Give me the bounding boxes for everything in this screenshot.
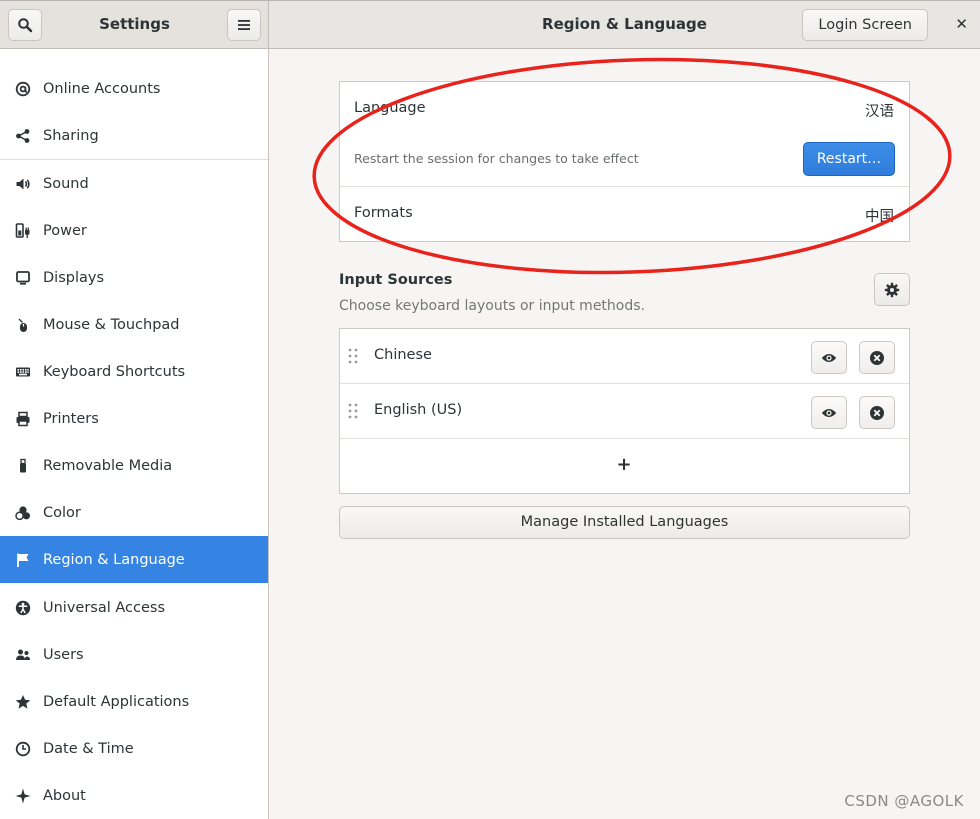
sparkle-icon — [14, 787, 32, 805]
sidebar-item-label: Keyboard Shortcuts — [43, 363, 186, 380]
eye-icon — [821, 408, 837, 417]
header-bar: Settings Region & Language Login Screen … — [0, 0, 980, 49]
sidebar-item-label: Region & Language — [43, 551, 185, 568]
at-icon — [14, 80, 32, 98]
power-plug-icon — [14, 222, 32, 240]
close-icon: ✕ — [955, 15, 968, 33]
sidebar-item-default-applications[interactable]: Default Applications — [0, 678, 268, 725]
sidebar-item-power[interactable]: Power — [0, 207, 268, 254]
restart-hint: Restart the session for changes to take … — [354, 151, 639, 166]
sidebar-item-label: Users — [43, 646, 84, 663]
sidebar-item-users[interactable]: Users — [0, 631, 268, 678]
list-item-english-us[interactable]: English (US) — [340, 384, 908, 439]
remove-source-button[interactable] — [859, 341, 895, 374]
printer-icon — [14, 410, 32, 428]
clock-icon — [14, 740, 32, 758]
drag-handle-icon[interactable] — [348, 403, 358, 419]
sidebar-item-label: Color — [43, 504, 81, 521]
sidebar-item-online-accounts[interactable]: Online Accounts — [0, 65, 268, 112]
sidebar-item-keyboard-shortcuts[interactable]: Keyboard Shortcuts — [0, 348, 268, 395]
manage-installed-languages-button[interactable]: Manage Installed Languages — [339, 506, 910, 539]
login-screen-button[interactable]: Login Screen — [802, 9, 928, 41]
sidebar-item-displays[interactable]: Displays — [0, 254, 268, 301]
row-separator — [340, 186, 909, 187]
sidebar-item-label: Sharing — [43, 127, 99, 144]
drag-handle-icon[interactable] — [348, 348, 358, 364]
add-icon: + — [616, 454, 632, 475]
add-input-source-row[interactable]: + — [340, 439, 908, 494]
sidebar-item-label: Mouse & Touchpad — [43, 316, 180, 333]
input-sources-title: Input Sources — [339, 272, 453, 288]
sidebar-item-label: Sound — [43, 175, 89, 192]
sidebar-item-label: Date & Time — [43, 740, 134, 757]
sidebar-item-label: Removable Media — [43, 457, 173, 474]
mouse-icon — [14, 316, 32, 334]
flag-icon — [14, 551, 32, 569]
sidebar-item-printers[interactable]: Printers — [0, 395, 268, 442]
sidebar-item-label: Power — [43, 222, 87, 239]
remove-icon — [870, 405, 884, 420]
gear-icon — [884, 282, 900, 297]
sidebar-item-universal-access[interactable]: Universal Access — [0, 584, 268, 631]
sidebar-item-label: Displays — [43, 269, 105, 286]
preview-layout-button[interactable] — [811, 396, 847, 429]
watermark: CSDN @AGOLK — [844, 792, 964, 810]
sidebar-item-region-language[interactable]: Region & Language — [0, 536, 268, 583]
color-icon — [14, 504, 32, 522]
list-item-chinese[interactable]: Chinese — [340, 329, 908, 384]
sidebar-header: Settings — [0, 1, 269, 49]
eye-icon — [821, 353, 837, 362]
users-icon — [14, 646, 32, 664]
input-options-button[interactable] — [874, 273, 910, 306]
star-icon — [14, 693, 32, 711]
sidebar-item-date-time[interactable]: Date & Time — [0, 725, 268, 772]
main-menu-button[interactable] — [227, 9, 261, 41]
formats-label: Formats — [354, 205, 413, 221]
remove-icon — [870, 350, 884, 365]
sidebar-item-label: Online Accounts — [43, 80, 161, 97]
hamburger-icon — [238, 20, 250, 30]
speaker-icon — [14, 175, 32, 193]
preview-layout-button[interactable] — [811, 341, 847, 374]
keyboard-icon — [14, 363, 32, 381]
content-header: Region & Language Login Screen ✕ — [269, 1, 980, 49]
sidebar-item-removable-media[interactable]: Removable Media — [0, 442, 268, 489]
sidebar-item-label: Printers — [43, 410, 99, 427]
language-value[interactable]: 汉语 — [865, 100, 894, 121]
sidebar-item-sound[interactable]: Sound — [0, 160, 268, 207]
sidebar-item-mouse-touchpad[interactable]: Mouse & Touchpad — [0, 301, 268, 348]
sidebar-item-label: Universal Access — [43, 599, 166, 616]
remove-source-button[interactable] — [859, 396, 895, 429]
input-source-name: Chinese — [374, 347, 432, 363]
usb-icon — [14, 457, 32, 475]
formats-value[interactable]: 中国 — [865, 205, 894, 226]
input-sources-subtitle: Choose keyboard layouts or input methods… — [339, 298, 645, 314]
close-button[interactable]: ✕ — [955, 15, 968, 33]
monitor-icon — [14, 269, 32, 287]
sidebar-item-about[interactable]: About — [0, 772, 268, 819]
restart-button[interactable]: Restart… — [803, 142, 895, 176]
accessibility-icon — [14, 599, 32, 617]
share-icon — [14, 127, 32, 145]
language-label: Language — [354, 100, 426, 116]
sidebar-item-label: Default Applications — [43, 693, 190, 710]
sidebar: Online Accounts Sharing Sound Power Disp… — [0, 49, 269, 819]
sidebar-item-color[interactable]: Color — [0, 489, 268, 536]
sidebar-item-sharing[interactable]: Sharing — [0, 112, 268, 159]
sidebar-item-label: About — [43, 787, 86, 804]
input-source-name: English (US) — [374, 402, 463, 418]
